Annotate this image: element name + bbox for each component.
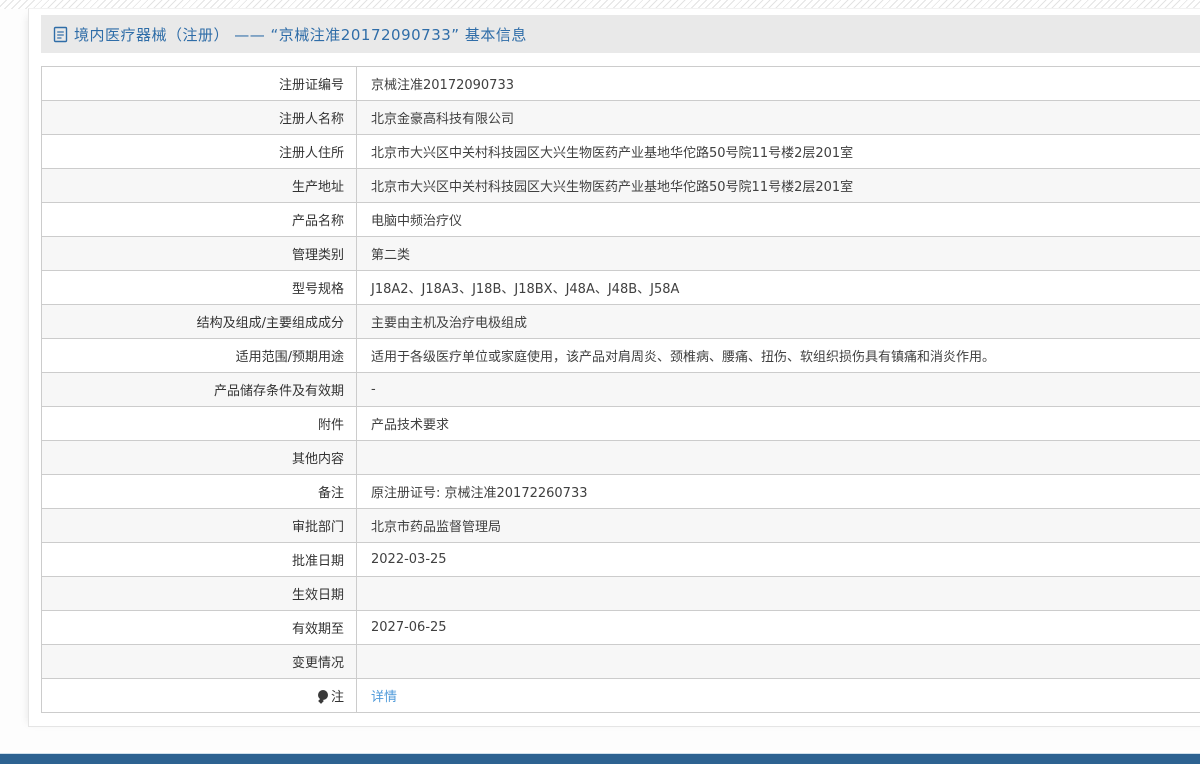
row-label: 注册人住所 (41, 134, 357, 169)
table-row: 批准日期 2022-03-25 (41, 542, 1200, 577)
table-row: 审批部门 北京市药品监督管理局 (41, 508, 1200, 543)
title-band: 境内医疗器械（注册） —— “京械注准20172090733” 基本信息 (41, 15, 1200, 53)
table-row: 产品名称 电脑中频治疗仪 (41, 202, 1200, 237)
table-row: 有效期至 2027-06-25 (41, 610, 1200, 645)
bulb-icon (317, 690, 328, 703)
document-icon (53, 26, 68, 43)
table-row: 生产地址 北京市大兴区中关村科技园区大兴生物医药产业基地华佗路50号院11号楼2层… (41, 168, 1200, 203)
row-label: 其他内容 (41, 440, 357, 475)
row-value: - (356, 372, 1200, 407)
row-value: 适用于各级医疗单位或家庭使用，该产品对肩周炎、颈椎病、腰痛、扭伤、软组织损伤具有… (356, 338, 1200, 373)
row-value: 2022-03-25 (356, 542, 1200, 577)
row-value (356, 644, 1200, 679)
row-label: 型号规格 (41, 270, 357, 305)
row-value (356, 440, 1200, 475)
table-row: 适用范围/预期用途 适用于各级医疗单位或家庭使用，该产品对肩周炎、颈椎病、腰痛、扭… (41, 338, 1200, 373)
row-value: 北京市大兴区中关村科技园区大兴生物医药产业基地华佗路50号院11号楼2层201室 (356, 134, 1200, 169)
table-row: 注详情 (41, 678, 1200, 713)
row-label: 产品名称 (41, 202, 357, 237)
row-label: 有效期至 (41, 610, 357, 645)
row-label: 变更情况 (41, 644, 357, 679)
row-value: 北京市大兴区中关村科技园区大兴生物医药产业基地华佗路50号院11号楼2层201室 (356, 168, 1200, 203)
row-label: 注册证编号 (41, 66, 357, 101)
table-row: 其他内容 (41, 440, 1200, 475)
row-label: 结构及组成/主要组成成分 (41, 304, 357, 339)
row-value: 2027-06-25 (356, 610, 1200, 645)
table-row: 注册人住所 北京市大兴区中关村科技园区大兴生物医药产业基地华佗路50号院11号楼2… (41, 134, 1200, 169)
table-row: 变更情况 (41, 644, 1200, 679)
table-row: 产品储存条件及有效期 - (41, 372, 1200, 407)
row-value: 北京金豪高科技有限公司 (356, 100, 1200, 135)
row-label: 审批部门 (41, 508, 357, 543)
row-label: 管理类别 (41, 236, 357, 271)
row-value: 产品技术要求 (356, 406, 1200, 441)
info-table-body: 注册证编号 京械注准20172090733 注册人名称 北京金豪高科技有限公司 注册人住… (41, 66, 1200, 713)
row-label: 批准日期 (41, 542, 357, 577)
row-value: 原注册证号: 京械注准20172260733 (356, 474, 1200, 509)
row-value: 北京市药品监督管理局 (356, 508, 1200, 543)
content-panel: 境内医疗器械（注册） —— “京械注准20172090733” 基本信息 注册证… (28, 8, 1200, 727)
row-label: 生产地址 (41, 168, 357, 203)
table-row: 结构及组成/主要组成成分 主要由主机及治疗电极组成 (41, 304, 1200, 339)
details-link[interactable]: 详情 (371, 690, 397, 705)
table-row: 型号规格 J18A2、J18A3、J18B、J18BX、J48A、J48B、J58… (41, 270, 1200, 305)
table-row: 注册人名称 北京金豪高科技有限公司 (41, 100, 1200, 135)
table-row: 生效日期 (41, 576, 1200, 611)
row-value: 主要由主机及治疗电极组成 (356, 304, 1200, 339)
row-label: 附件 (41, 406, 357, 441)
table-row: 附件 产品技术要求 (41, 406, 1200, 441)
table-row: 注册证编号 京械注准20172090733 (41, 66, 1200, 101)
row-value (356, 576, 1200, 611)
registration-info-table: 注册证编号 京械注准20172090733 注册人名称 北京金豪高科技有限公司 注册人住… (41, 66, 1200, 713)
bottom-bar (0, 753, 1200, 764)
row-label: 生效日期 (41, 576, 357, 611)
row-label: 备注 (41, 474, 357, 509)
row-value: 第二类 (356, 236, 1200, 271)
row-label: 注 (41, 678, 357, 713)
row-value: 详情 (356, 678, 1200, 713)
row-label: 注册人名称 (41, 100, 357, 135)
row-value: 电脑中频治疗仪 (356, 202, 1200, 237)
row-label: 适用范围/预期用途 (41, 338, 357, 373)
row-label: 产品储存条件及有效期 (41, 372, 357, 407)
row-value: J18A2、J18A3、J18B、J18BX、J48A、J48B、J58A (356, 270, 1200, 305)
table-row: 备注 原注册证号: 京械注准20172260733 (41, 474, 1200, 509)
page-title: 境内医疗器械（注册） —— “京械注准20172090733” 基本信息 (74, 25, 527, 44)
table-row: 管理类别 第二类 (41, 236, 1200, 271)
row-value: 京械注准20172090733 (356, 66, 1200, 101)
